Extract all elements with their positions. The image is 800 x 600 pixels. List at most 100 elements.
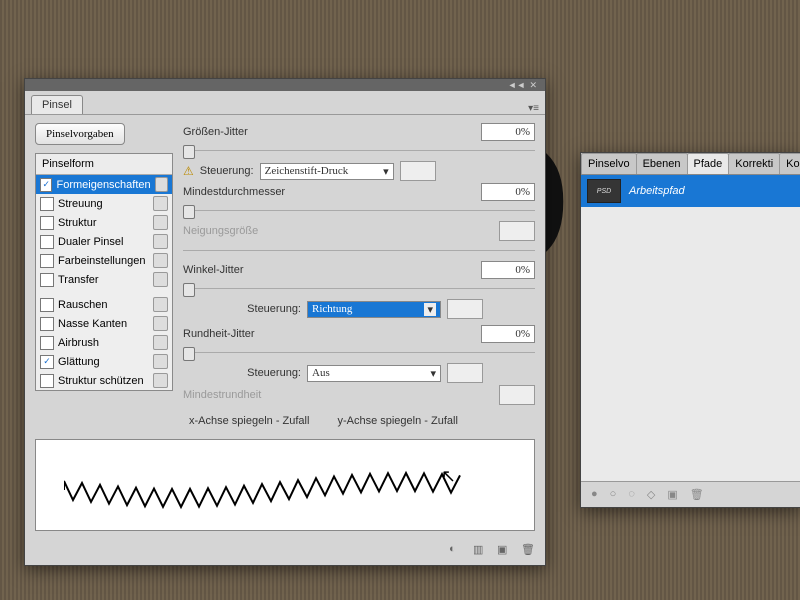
brush-options-list: Pinselform ✓ Formeigenschaften Streuung Str…	[35, 153, 173, 391]
list-item[interactable]: Farbeinstellungen	[36, 251, 172, 270]
list-item[interactable]: Nasse Kanten	[36, 314, 172, 333]
selection-from-path-icon[interactable]: ◌	[628, 488, 635, 501]
collapse-icon[interactable]: ◄◄	[508, 80, 526, 90]
lock-icon[interactable]	[153, 316, 168, 331]
lock-icon[interactable]	[153, 196, 168, 211]
new-preset-icon[interactable]: ▣	[497, 543, 511, 557]
list-item[interactable]: ✓ Glättung	[36, 352, 172, 371]
control-dropdown-pen-pressure[interactable]: Zeichenstift-Druck▾	[260, 163, 394, 180]
tab-ebenen[interactable]: Ebenen	[636, 153, 688, 174]
close-icon[interactable]: ✕	[529, 80, 537, 91]
checkbox-icon[interactable]	[40, 216, 54, 230]
list-item-label: Glättung	[58, 356, 100, 368]
angle-jitter-label: Winkel-Jitter	[183, 264, 244, 276]
list-item[interactable]: Struktur	[36, 213, 172, 232]
panel-footer: ◐ ▥ ▣ 🗑	[25, 539, 545, 565]
control-dropdown-direction[interactable]: Richtung▾	[307, 301, 441, 318]
list-item[interactable]: Struktur schützen	[36, 371, 172, 390]
preview-swatch	[447, 299, 483, 319]
list-item[interactable]: Transfer	[36, 270, 172, 289]
list-item[interactable]: Rauschen	[36, 295, 172, 314]
preview-swatch	[447, 363, 483, 383]
checkbox-icon[interactable]	[40, 197, 54, 211]
lock-icon[interactable]	[155, 177, 168, 192]
list-item-label: Rauschen	[58, 299, 108, 311]
checkbox-icon[interactable]	[40, 336, 54, 350]
roundness-jitter-value[interactable]: 0%	[481, 325, 535, 343]
shape-dynamics-controls: Größen-Jitter0% ⚠Steuerung: Zeichenstift…	[183, 123, 535, 429]
angle-jitter-slider[interactable]	[183, 281, 535, 293]
chevron-down-icon: ▾	[383, 165, 389, 178]
tilt-scale-value	[499, 221, 535, 241]
checkbox-icon[interactable]	[40, 374, 54, 388]
size-jitter-slider[interactable]	[183, 143, 535, 155]
list-item[interactable]: ✓ Formeigenschaften	[36, 175, 172, 194]
tab-pinsel[interactable]: Pinsel	[31, 95, 83, 114]
panel-titlebar[interactable]: ◄◄ ✕	[25, 79, 545, 91]
path-from-selection-icon[interactable]: ◇	[647, 488, 655, 501]
tab-pfade[interactable]: Pfade	[687, 153, 730, 174]
list-item-label: Transfer	[58, 274, 99, 286]
fill-path-icon[interactable]: ●	[591, 488, 598, 501]
list-item-label: Airbrush	[58, 337, 99, 349]
brush-presets-button[interactable]: Pinselvorgaben	[35, 123, 125, 145]
panel-menu-icon[interactable]: ▾≡	[528, 103, 539, 114]
toggle-preview-icon[interactable]: ◐	[449, 543, 463, 557]
list-header[interactable]: Pinselform	[36, 154, 172, 175]
lock-icon[interactable]	[153, 234, 168, 249]
flip-x-label: x-Achse spiegeln - Zufall	[189, 415, 309, 427]
min-diameter-value[interactable]: 0%	[481, 183, 535, 201]
list-item-label: Nasse Kanten	[58, 318, 127, 330]
trash-icon[interactable]: 🗑	[521, 543, 535, 557]
delete-path-icon[interactable]: 🗑	[690, 488, 704, 501]
lock-icon[interactable]	[153, 215, 168, 230]
min-diameter-slider[interactable]	[183, 203, 535, 215]
tab-korrekti[interactable]: Korrekti	[728, 153, 780, 174]
list-item-label: Farbeinstellungen	[58, 255, 145, 267]
path-thumbnail: PSD	[587, 179, 621, 203]
panel-tabbar: Pinsel ▾≡	[25, 91, 545, 115]
list-item-label: Struktur	[58, 217, 97, 229]
brush-stroke-preview: ↖	[35, 439, 535, 531]
lock-icon[interactable]	[153, 253, 168, 268]
path-item-arbeitspfad[interactable]: PSD Arbeitspfad	[581, 175, 800, 207]
control-label-3: Steuerung:	[183, 367, 301, 379]
control-label: Steuerung:	[200, 165, 254, 177]
tab-pinselvo[interactable]: Pinselvo	[581, 153, 637, 174]
list-item-label: Streuung	[58, 198, 103, 210]
list-item-label: Dualer Pinsel	[58, 236, 123, 248]
min-diameter-label: Mindestdurchmesser	[183, 186, 285, 198]
list-item[interactable]: Streuung	[36, 194, 172, 213]
angle-jitter-value[interactable]: 0%	[481, 261, 535, 279]
min-roundness-label: Mindestrundheit	[183, 389, 261, 401]
checkbox-icon[interactable]	[40, 273, 54, 287]
size-jitter-value[interactable]: 0%	[481, 123, 535, 141]
control-dropdown-off[interactable]: Aus▾	[307, 365, 441, 382]
list-item[interactable]: Airbrush	[36, 333, 172, 352]
lock-icon[interactable]	[153, 335, 168, 350]
tab-kopiero[interactable]: Kopiero	[779, 153, 800, 174]
min-roundness-value	[499, 385, 535, 405]
checkbox-icon[interactable]: ✓	[40, 178, 52, 192]
lock-icon[interactable]	[153, 272, 168, 287]
chevron-down-icon: ▾	[424, 303, 436, 316]
roundness-jitter-slider[interactable]	[183, 345, 535, 357]
preview-swatch	[400, 161, 436, 181]
size-jitter-label: Größen-Jitter	[183, 126, 248, 138]
checkbox-icon[interactable]	[40, 235, 54, 249]
list-item-label: Formeigenschaften	[56, 179, 150, 191]
control-label-2: Steuerung:	[183, 303, 301, 315]
lock-icon[interactable]	[153, 297, 168, 312]
lock-icon[interactable]	[153, 354, 168, 369]
new-path-icon[interactable]: ▣	[667, 488, 677, 501]
load-preset-icon[interactable]: ▥	[473, 543, 487, 557]
stroke-path-icon[interactable]: ○	[610, 488, 617, 501]
panel-tabs: PinselvoEbenenPfadeKorrektiKopiero	[581, 153, 800, 175]
checkbox-icon[interactable]	[40, 298, 54, 312]
checkbox-icon[interactable]	[40, 317, 54, 331]
cursor-icon: ↖	[441, 466, 456, 487]
checkbox-icon[interactable]: ✓	[40, 355, 54, 369]
list-item[interactable]: Dualer Pinsel	[36, 232, 172, 251]
checkbox-icon[interactable]	[40, 254, 54, 268]
lock-icon[interactable]	[153, 373, 168, 388]
